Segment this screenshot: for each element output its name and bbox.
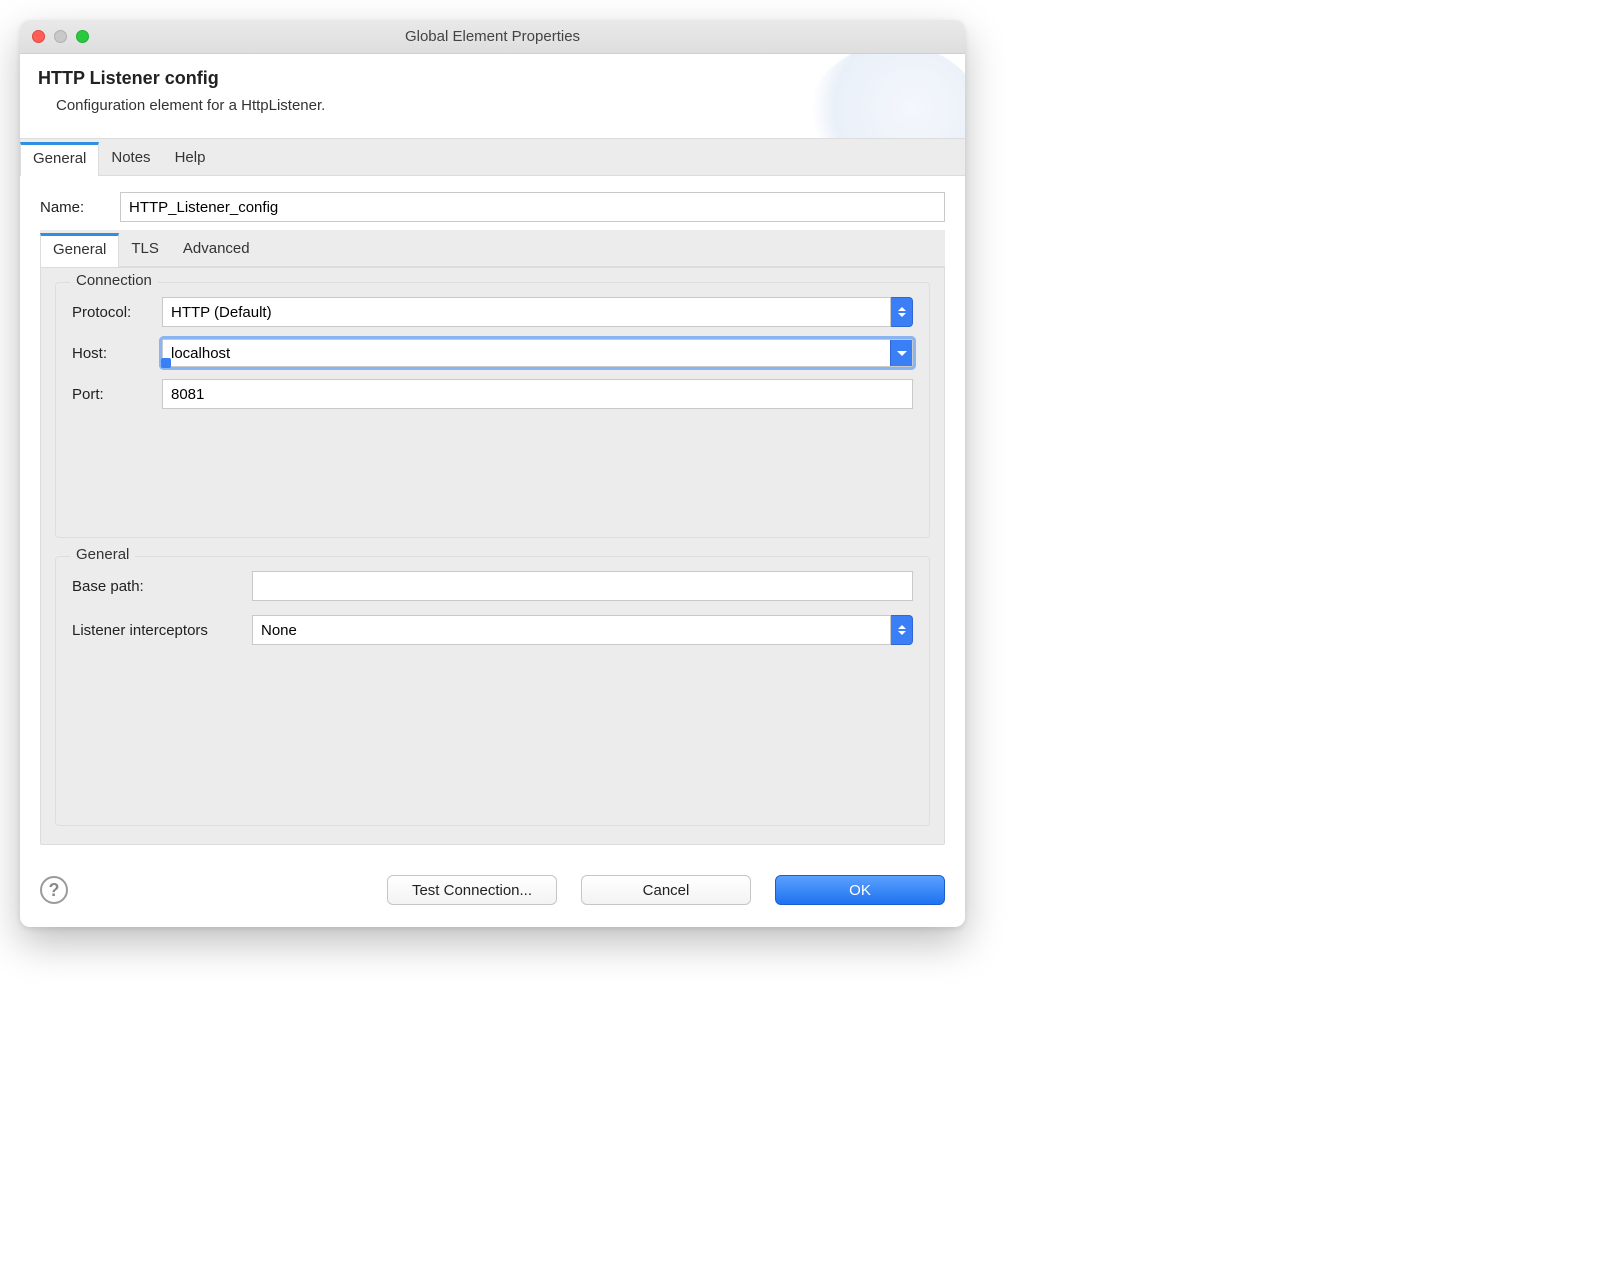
info-icon [161, 358, 171, 368]
name-input[interactable] [120, 192, 945, 222]
inner-tab-advanced[interactable]: Advanced [171, 232, 262, 266]
port-row: Port: [72, 379, 913, 409]
close-icon[interactable] [32, 30, 45, 43]
inner-tabs-container: General TLS Advanced Connection Protocol… [40, 230, 945, 845]
help-icon[interactable]: ? [40, 876, 68, 904]
window-controls [32, 30, 89, 43]
host-combo[interactable] [162, 339, 913, 367]
tab-general[interactable]: General [20, 142, 99, 176]
connection-group-label: Connection [70, 272, 158, 289]
inner-tab-general[interactable]: General [40, 233, 119, 267]
maximize-icon[interactable] [76, 30, 89, 43]
chevron-updown-icon[interactable] [891, 615, 913, 645]
interceptors-row: Listener interceptors [72, 615, 913, 645]
interceptors-select[interactable] [252, 615, 913, 645]
form-body: Name: General TLS Advanced Connection Pr… [20, 176, 965, 857]
inner-tab-bar: General TLS Advanced [40, 230, 945, 267]
host-label: Host: [72, 345, 162, 362]
page-title: HTTP Listener config [38, 68, 947, 89]
basepath-input[interactable] [252, 571, 913, 601]
minimize-icon[interactable] [54, 30, 67, 43]
ok-button[interactable]: OK [775, 875, 945, 905]
inner-tab-tls[interactable]: TLS [119, 232, 171, 266]
cancel-button[interactable]: Cancel [581, 875, 751, 905]
chevron-updown-icon[interactable] [891, 297, 913, 327]
port-input[interactable] [162, 379, 913, 409]
basepath-row: Base path: [72, 571, 913, 601]
chevron-down-icon[interactable] [890, 340, 912, 366]
basepath-label: Base path: [72, 578, 252, 595]
connection-group: Connection Protocol: Host: [55, 282, 930, 538]
outer-tab-bar: General Notes Help [20, 138, 965, 176]
general-group: General Base path: Listener interceptors [55, 556, 930, 826]
name-row: Name: [40, 192, 945, 222]
interceptors-value[interactable] [252, 615, 891, 645]
general-group-label: General [70, 546, 135, 563]
header-decoration [805, 54, 965, 138]
name-label: Name: [40, 199, 120, 216]
protocol-row: Protocol: [72, 297, 913, 327]
interceptors-label: Listener interceptors [72, 622, 252, 639]
titlebar: Global Element Properties [20, 20, 965, 54]
dialog-window: Global Element Properties HTTP Listener … [20, 20, 965, 927]
test-connection-button[interactable]: Test Connection... [387, 875, 557, 905]
inner-tab-panel: Connection Protocol: Host: [40, 267, 945, 845]
header: HTTP Listener config Configuration eleme… [20, 54, 965, 138]
protocol-value[interactable] [162, 297, 891, 327]
window-title: Global Element Properties [20, 28, 965, 45]
host-input[interactable] [163, 340, 890, 366]
protocol-label: Protocol: [72, 304, 162, 321]
host-row: Host: [72, 339, 913, 367]
tab-help[interactable]: Help [163, 141, 218, 175]
protocol-select[interactable] [162, 297, 913, 327]
port-label: Port: [72, 386, 162, 403]
tab-notes[interactable]: Notes [99, 141, 162, 175]
dialog-footer: ? Test Connection... Cancel OK [20, 857, 965, 927]
